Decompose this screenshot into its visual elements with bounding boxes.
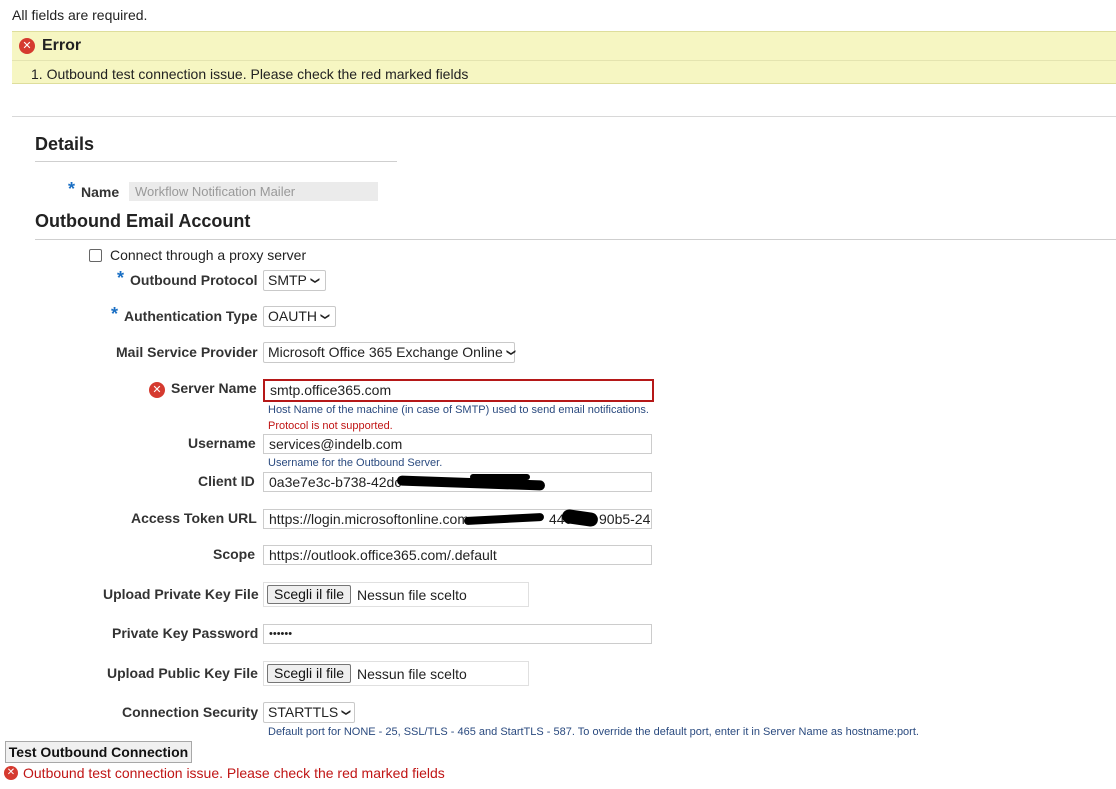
private-key-file-status: Nessun file scelto xyxy=(357,586,467,603)
bottom-error-text: Outbound test connection issue. Please c… xyxy=(23,765,445,781)
protocol-select[interactable]: SMTP ❯ xyxy=(263,270,326,291)
error-title: Error xyxy=(42,37,82,54)
private-key-password-label: Private Key Password xyxy=(112,625,259,641)
error-divider xyxy=(12,60,1116,61)
outbound-divider xyxy=(35,239,1116,240)
chevron-down-icon: ❯ xyxy=(340,708,351,717)
client-id-value: 0a3e7e3c-b738-42dc xyxy=(269,474,402,490)
chevron-down-icon: ❯ xyxy=(319,312,330,321)
details-divider xyxy=(35,161,397,162)
name-label: Name xyxy=(81,184,120,200)
chevron-down-icon: ❯ xyxy=(505,348,516,357)
scope-input[interactable]: https://outlook.office365.com/.default xyxy=(263,545,652,565)
error-icon: ✕ xyxy=(4,766,18,780)
protocol-label: Outbound Protocol xyxy=(130,272,258,288)
username-label: Username xyxy=(188,435,256,451)
server-name-input[interactable]: smtp.office365.com xyxy=(263,379,654,402)
access-token-url-label: Access Token URL xyxy=(131,510,257,526)
chevron-down-icon: ❯ xyxy=(309,276,320,285)
required-star-icon: * xyxy=(68,179,76,199)
name-field: Workflow Notification Mailer xyxy=(129,182,378,201)
private-key-file-input[interactable]: Scegli il file Nessun file scelto xyxy=(263,582,529,607)
auth-type-label: Authentication Type xyxy=(124,308,258,324)
private-key-choose-file-button[interactable]: Scegli il file xyxy=(267,585,352,604)
proxy-checkbox[interactable] xyxy=(89,249,102,262)
username-input[interactable]: services@indelb.com xyxy=(263,434,652,454)
connection-security-value: STARTTLS xyxy=(268,704,339,720)
server-name-label: Server Name xyxy=(171,380,257,396)
bottom-error-message: ✕ Outbound test connection issue. Please… xyxy=(4,765,445,781)
auth-type-select[interactable]: OAUTH ❯ xyxy=(263,306,336,327)
connection-security-select[interactable]: STARTTLS ❯ xyxy=(263,702,355,723)
proxy-checkbox-label[interactable]: Connect through a proxy server xyxy=(110,247,306,263)
scope-label: Scope xyxy=(213,546,256,562)
public-key-file-label: Upload Public Key File xyxy=(107,665,258,681)
private-key-password-input[interactable]: •••••• xyxy=(263,624,652,644)
access-token-url-fragment: 90b5-24 xyxy=(599,511,651,527)
required-star-icon: * xyxy=(111,304,119,324)
public-key-choose-file-button[interactable]: Scegli il file xyxy=(267,664,352,683)
redaction-mark xyxy=(470,474,530,480)
public-key-file-status: Nessun file scelto xyxy=(357,665,467,682)
test-outbound-connection-button[interactable]: Test Outbound Connection xyxy=(5,741,192,763)
protocol-select-value: SMTP xyxy=(268,272,307,288)
provider-select[interactable]: Microsoft Office 365 Exchange Online ❯ xyxy=(263,342,515,363)
access-token-url-value: https://login.microsoftonline.com xyxy=(269,511,469,527)
provider-label: Mail Service Provider xyxy=(116,344,258,360)
connection-security-label: Connection Security xyxy=(122,704,259,720)
connection-security-hint: Default port for NONE - 25, SSL/TLS - 46… xyxy=(268,726,919,738)
client-id-label: Client ID xyxy=(198,473,255,489)
outbound-section-title: Outbound Email Account xyxy=(35,211,251,231)
required-fields-note: All fields are required. xyxy=(12,7,148,23)
username-hint: Username for the Outbound Server. xyxy=(268,457,443,469)
provider-select-value: Microsoft Office 365 Exchange Online xyxy=(268,344,503,360)
server-name-error: Protocol is not supported. xyxy=(268,420,393,432)
auth-type-select-value: OAUTH xyxy=(268,308,317,324)
error-item: 1. Outbound test connection issue. Pleas… xyxy=(31,66,469,82)
error-icon: ✕ xyxy=(149,382,165,398)
server-name-hint: Host Name of the machine (in case of SMT… xyxy=(268,404,649,416)
details-section-title: Details xyxy=(35,134,95,154)
top-divider xyxy=(12,116,1116,117)
error-icon: ✕ xyxy=(19,38,35,54)
error-message-box: ✕ Error 1. Outbound test connection issu… xyxy=(12,31,1116,84)
required-star-icon: * xyxy=(117,268,125,288)
public-key-file-input[interactable]: Scegli il file Nessun file scelto xyxy=(263,661,529,686)
private-key-file-label: Upload Private Key File xyxy=(103,586,259,602)
